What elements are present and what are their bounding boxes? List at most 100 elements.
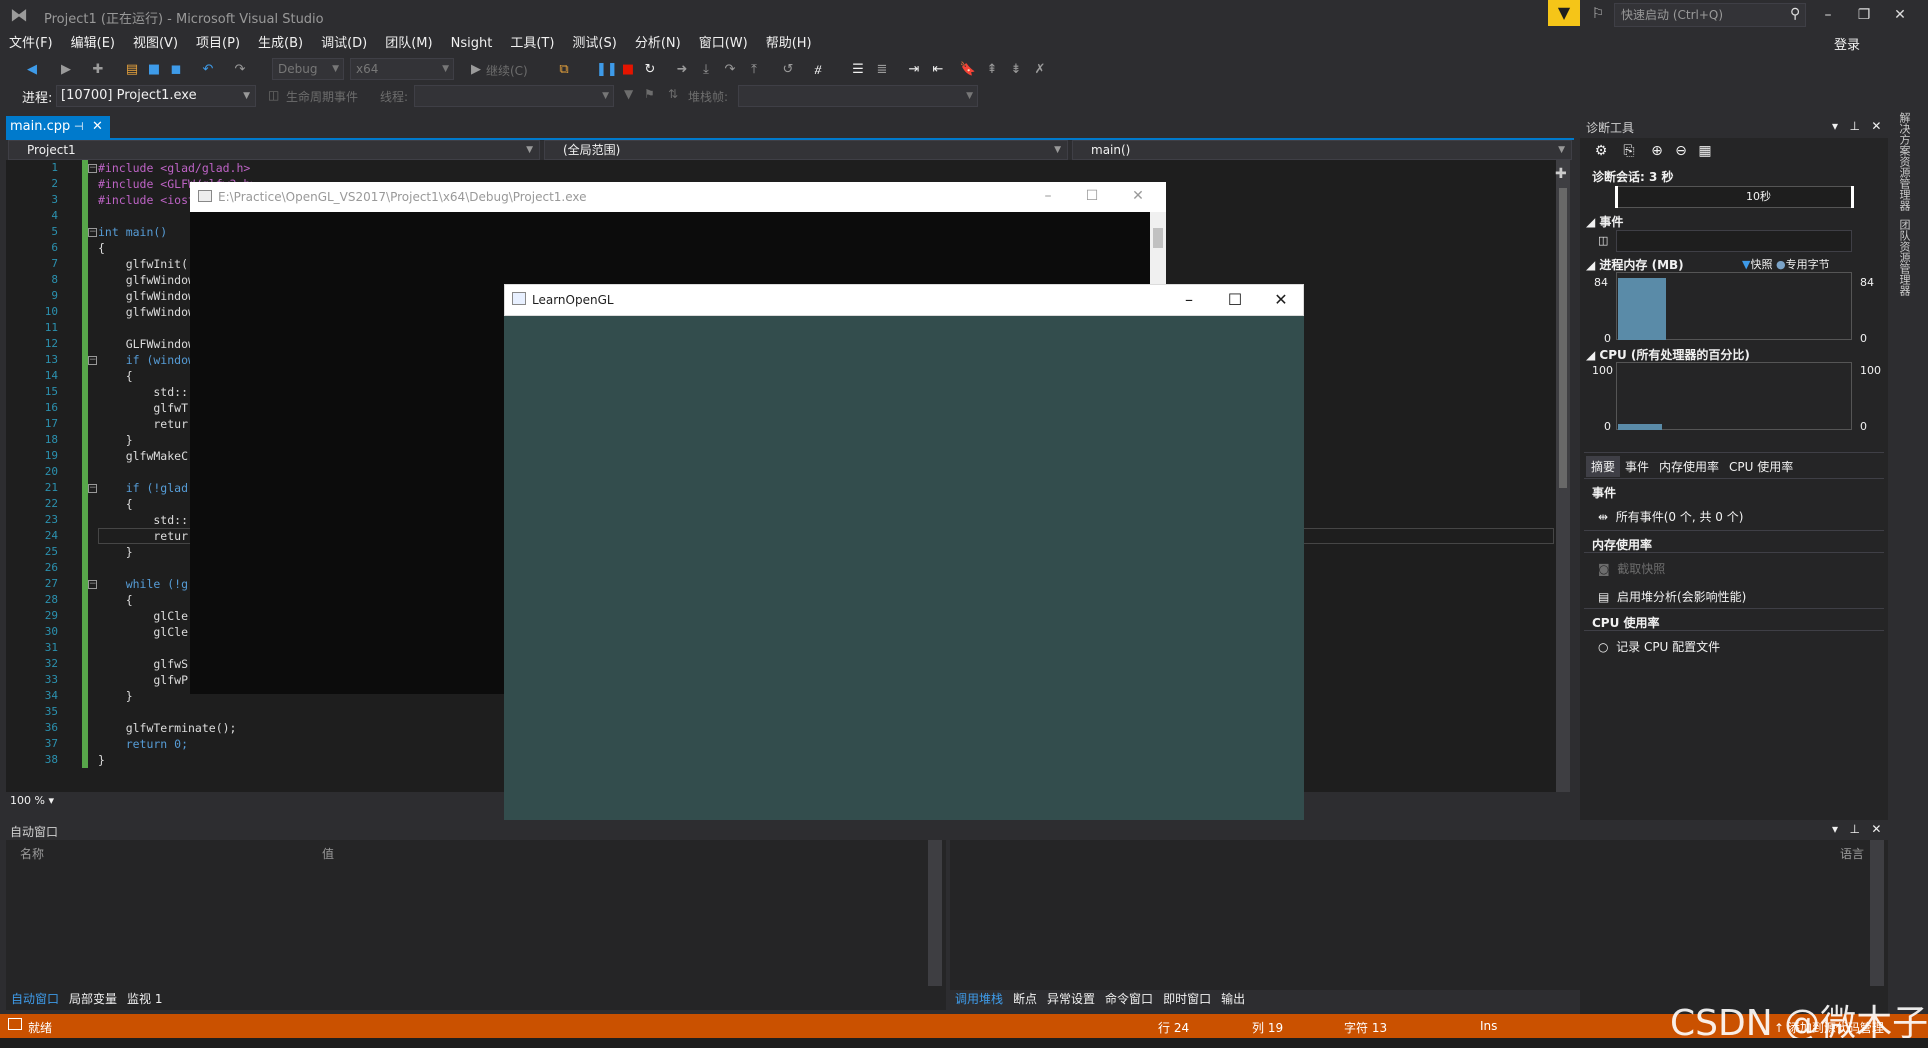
thread-flag-icon[interactable]: ⚑ — [644, 87, 655, 101]
memory-section-header[interactable]: ◢ 进程内存 (MB) — [1586, 256, 1684, 273]
code-line[interactable]: #include <GLFW/glfw3.h> — [98, 176, 257, 192]
step-into-icon[interactable]: ⤓ — [696, 60, 716, 80]
break-all-icon[interactable]: ❚❚ — [596, 60, 618, 80]
new-project-icon[interactable]: ✚ — [88, 60, 108, 80]
call-stack-column-language[interactable]: 语言 — [1840, 845, 1864, 862]
stop-debugging-icon[interactable]: ■ — [618, 60, 638, 80]
menu-build[interactable]: 生成(B) — [249, 32, 312, 56]
zoom-level-select[interactable]: 100 % ▾ — [10, 794, 54, 807]
timeline-start-marker[interactable] — [1615, 186, 1618, 208]
code-line[interactable]: glfwWindowHint — [98, 288, 223, 304]
fold-toggle-icon[interactable]: − — [88, 580, 97, 589]
tab-command-window[interactable]: 命令窗口 — [1100, 988, 1158, 1009]
events-track[interactable] — [1616, 230, 1852, 252]
panel-pin-icon[interactable]: ⊥ — [1849, 119, 1859, 133]
login-link[interactable]: 登录 — [1834, 34, 1860, 53]
cpu-section-header[interactable]: ◢ CPU (所有处理器的百分比) — [1586, 346, 1750, 363]
tab-summary[interactable]: 摘要 — [1586, 456, 1621, 477]
undo-icon[interactable]: ↶ — [198, 60, 218, 80]
code-line[interactable]: { — [98, 240, 198, 256]
restore-button[interactable]: ❐ — [1846, 0, 1882, 30]
redo-icon[interactable]: ↷ — [230, 60, 250, 80]
panel-menu-icon[interactable]: ▾ — [1832, 119, 1838, 133]
code-line[interactable]: std:: — [98, 384, 198, 400]
thread-markers-icon[interactable]: ⧣ — [808, 60, 828, 80]
menu-window[interactable]: 窗口(W) — [690, 32, 757, 56]
menu-project[interactable]: 项目(P) — [187, 32, 249, 56]
tab-breakpoints[interactable]: 断点 — [1008, 988, 1042, 1009]
code-line[interactable]: while (!g — [98, 576, 198, 592]
scope-select[interactable]: (全局范围) ▼ — [544, 140, 1068, 160]
menu-analyze[interactable]: 分析(N) — [626, 32, 690, 56]
notification-filter-icon[interactable]: ▼ — [1548, 0, 1580, 26]
show-next-statement-icon[interactable]: ➜ — [672, 60, 692, 80]
code-line[interactable]: glfwWindowHint — [98, 272, 223, 288]
thread-select[interactable]: ▼ — [414, 85, 614, 107]
code-line[interactable]: { — [98, 368, 198, 384]
forward-icon[interactable]: ▶ — [56, 60, 76, 80]
code-line[interactable]: glfwWindowHint — [98, 304, 223, 320]
pin-icon[interactable]: ⊣ — [74, 116, 84, 138]
console-scrollbar-thumb[interactable] — [1153, 228, 1163, 248]
code-line[interactable]: glCle — [98, 624, 198, 640]
code-line[interactable]: } — [98, 544, 198, 560]
prev-bookmark-icon[interactable]: ⇞ — [982, 60, 1002, 80]
menu-team[interactable]: 团队(M) — [376, 32, 441, 56]
console-maximize-button[interactable]: ☐ — [1072, 184, 1112, 208]
restart-icon[interactable]: ↻ — [640, 60, 660, 80]
console-minimize-button[interactable]: – — [1028, 184, 1068, 208]
settings-gear-icon[interactable]: ⚙ — [1592, 142, 1610, 160]
code-line[interactable] — [98, 320, 198, 336]
code-line[interactable]: glfwT — [98, 400, 198, 416]
panel-pin-icon[interactable]: ⊥ — [1849, 822, 1859, 836]
platform-select[interactable]: x64 ▼ — [350, 58, 454, 80]
code-line[interactable]: if (!glad — [98, 480, 198, 496]
menu-tools[interactable]: 工具(T) — [501, 32, 563, 56]
scrollbar-thumb[interactable] — [1559, 188, 1567, 488]
fold-toggle-icon[interactable]: − — [88, 356, 97, 365]
stackframe-select[interactable]: ▼ — [738, 85, 978, 107]
code-line[interactable]: glfwMakeC — [98, 448, 198, 464]
code-line[interactable]: glCle — [98, 608, 198, 624]
bookmark-icon[interactable]: 🔖 — [958, 60, 978, 80]
solution-explorer-tab[interactable]: 解决方案资源管理器 — [1896, 112, 1912, 211]
record-cpu-button[interactable]: ○ 记录 CPU 配置文件 — [1598, 638, 1720, 655]
tab-events[interactable]: 事件 — [1620, 456, 1654, 477]
code-line[interactable]: } — [98, 432, 198, 448]
menu-edit[interactable]: 编辑(E) — [62, 32, 124, 56]
panel-menu-icon[interactable]: ▾ — [1832, 822, 1838, 836]
search-icon[interactable]: ⚲ — [1790, 6, 1800, 22]
tab-exception-settings[interactable]: 异常设置 — [1042, 988, 1100, 1009]
feedback-icon[interactable]: ⚐ — [1588, 4, 1608, 24]
code-line[interactable]: return 0; — [98, 736, 198, 752]
attach-process-icon[interactable]: ⧉ — [554, 60, 574, 80]
zoom-in-icon[interactable]: ⊕ — [1648, 142, 1666, 160]
fold-toggle-icon[interactable]: − — [88, 484, 97, 493]
call-stack-scrollbar[interactable] — [1870, 840, 1884, 986]
autos-column-value[interactable]: 值 — [322, 845, 334, 862]
back-icon[interactable]: ◀ — [22, 60, 42, 80]
process-select[interactable]: [10700] Project1.exe ▼ — [56, 85, 256, 107]
timeline-ruler[interactable] — [1616, 186, 1852, 208]
tab-immediate-window[interactable]: 即时窗口 — [1158, 988, 1216, 1009]
autos-column-name[interactable]: 名称 — [20, 845, 44, 862]
save-icon[interactable]: ■ — [144, 60, 164, 80]
split-editor-icon[interactable]: ✚ — [1555, 166, 1567, 182]
toggle-outline-icon[interactable]: ☰ — [848, 60, 868, 80]
lifecycle-icon[interactable]: ◫ — [268, 88, 279, 102]
close-button[interactable]: ✕ — [1882, 0, 1918, 30]
indent-icon[interactable]: ⇥ — [904, 60, 924, 80]
code-line[interactable]: int main() — [98, 224, 198, 240]
gl-close-button[interactable]: ✕ — [1258, 286, 1304, 314]
thread-filter-icon[interactable]: ▼ — [624, 87, 633, 101]
code-line[interactable]: } — [98, 752, 198, 768]
code-line[interactable] — [98, 560, 198, 576]
all-events-link[interactable]: ⇹ 所有事件(0 个, 共 0 个) — [1598, 508, 1743, 525]
take-snapshot-button[interactable]: ◙ 截取快照 — [1598, 560, 1665, 577]
reset-view-icon[interactable]: ▦ — [1696, 142, 1714, 160]
tab-close-icon[interactable]: ✕ — [92, 116, 103, 138]
code-line[interactable]: if (window — [98, 352, 198, 368]
code-line[interactable]: std:: — [98, 512, 198, 528]
code-line[interactable] — [98, 704, 198, 720]
clear-bookmarks-icon[interactable]: ✗ — [1030, 60, 1050, 80]
